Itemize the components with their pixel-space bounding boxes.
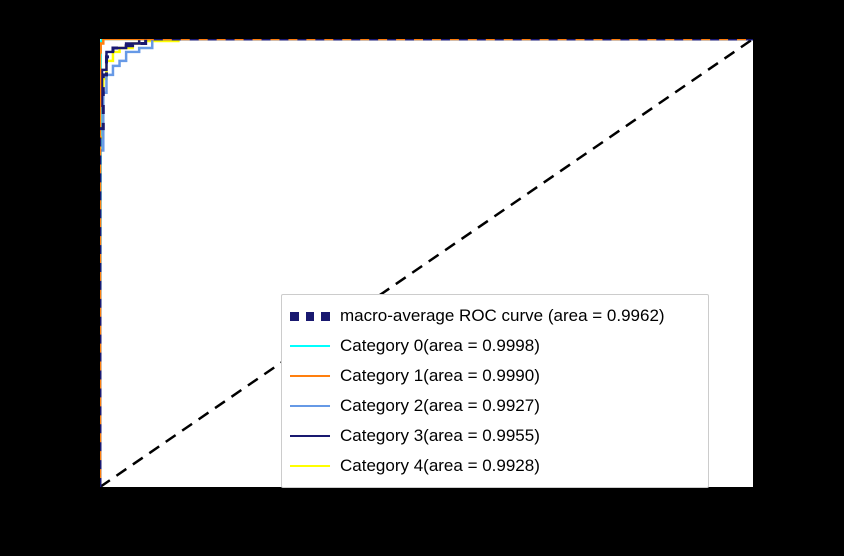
- legend-label: Category 0(area = 0.9998): [340, 336, 540, 356]
- legend-item-category-0: Category 0(area = 0.9998): [290, 331, 700, 361]
- legend-item-macro-average: macro-average ROC curve (area = 0.9962): [290, 301, 700, 331]
- legend: macro-average ROC curve (area = 0.9962) …: [281, 294, 709, 488]
- legend-swatch-line-icon: [290, 396, 330, 416]
- legend-swatch-line-icon: [290, 456, 330, 476]
- legend-swatch-line-icon: [290, 366, 330, 386]
- legend-item-category-1: Category 1(area = 0.9990): [290, 361, 700, 391]
- legend-swatch-dashed-icon: [290, 306, 330, 326]
- legend-label: Category 1(area = 0.9990): [340, 366, 540, 386]
- legend-swatch-line-icon: [290, 426, 330, 446]
- legend-swatch-line-icon: [290, 336, 330, 356]
- legend-item-category-2: Category 2(area = 0.9927): [290, 391, 700, 421]
- legend-label: Category 3(area = 0.9955): [340, 426, 540, 446]
- legend-item-category-4: Category 4(area = 0.9928): [290, 451, 700, 481]
- legend-label: Category 2(area = 0.9927): [340, 396, 540, 416]
- plot-frame: macro-average ROC curve (area = 0.9962) …: [99, 38, 754, 488]
- legend-label: macro-average ROC curve (area = 0.9962): [340, 306, 665, 326]
- legend-label: Category 4(area = 0.9928): [340, 456, 540, 476]
- legend-item-category-3: Category 3(area = 0.9955): [290, 421, 700, 451]
